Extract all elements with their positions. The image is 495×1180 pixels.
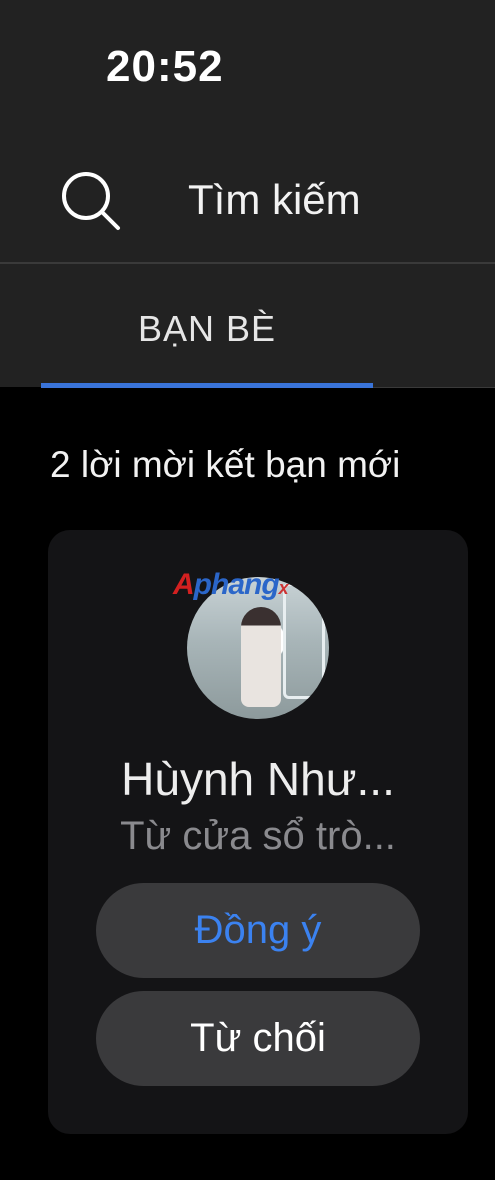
requester-source: Từ cửa sổ trò... xyxy=(120,814,396,858)
requester-name[interactable]: Hùynh Như... xyxy=(48,752,468,806)
tab-friends[interactable]: BẠN BÈ xyxy=(41,264,373,388)
accept-button[interactable]: Đồng ý xyxy=(96,883,420,978)
search-bar[interactable]: Tìm kiếm xyxy=(0,150,495,250)
active-tab-indicator xyxy=(41,383,373,388)
decline-button[interactable]: Từ chối xyxy=(96,991,420,1086)
avatar-photo-figure xyxy=(241,607,281,707)
search-label: Tìm kiếm xyxy=(188,176,361,223)
watermark-logo: Aphangx xyxy=(173,568,289,601)
friend-requests-heading: 2 lời mời kết bạn mới xyxy=(50,444,401,485)
status-time: 20:52 xyxy=(106,42,224,91)
tabbar-divider xyxy=(373,387,495,388)
friend-request-card: Aphangx Hùynh Như... Từ cửa sổ trò... Đồ… xyxy=(48,530,468,1134)
tab-friends-label: BẠN BÈ xyxy=(137,308,277,349)
search-icon xyxy=(62,172,120,230)
avatar-photo-swing xyxy=(283,583,325,699)
top-header: 20:52 Tìm kiếm BẠN BÈ xyxy=(0,0,495,388)
